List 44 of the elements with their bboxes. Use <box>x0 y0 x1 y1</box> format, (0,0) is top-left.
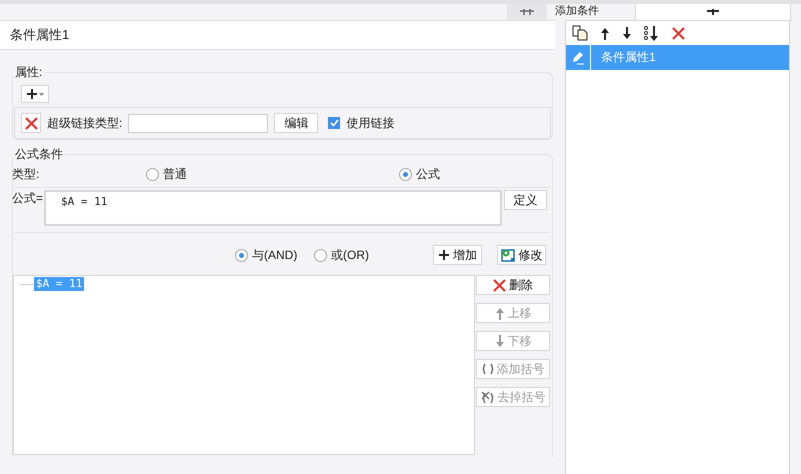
radio-label: 与(AND) <box>252 246 298 264</box>
move-up-icon[interactable] <box>600 26 610 40</box>
remove-brackets-icon <box>480 390 494 404</box>
add-icon[interactable] <box>707 9 719 15</box>
checkbox[interactable] <box>328 117 340 129</box>
gear-edit-icon <box>500 248 516 262</box>
edit-button[interactable]: 编辑 <box>274 113 318 133</box>
radio-label: 普通 <box>163 166 187 182</box>
radio-button[interactable] <box>235 248 248 262</box>
move-down-icon[interactable] <box>622 26 632 40</box>
pencil-icon <box>571 50 585 64</box>
copy-icon[interactable] <box>572 25 588 41</box>
delete-button[interactable]: 删除 <box>476 275 550 295</box>
plus-icon <box>26 88 38 100</box>
field-label: 超级链接类型: <box>47 114 122 132</box>
radio-label: 或(OR) <box>331 246 369 264</box>
radio-button[interactable] <box>146 168 159 180</box>
radio-label: 公式 <box>416 166 440 182</box>
section-legend: 公式条件 <box>13 146 65 163</box>
close-icon <box>493 278 506 292</box>
input-field[interactable] <box>128 114 268 132</box>
radio-button[interactable] <box>314 248 327 262</box>
brackets-icon <box>482 363 494 375</box>
tab-label[interactable]: 添加条件 <box>555 4 599 18</box>
delete-icon[interactable] <box>672 26 685 40</box>
grid-icon[interactable] <box>520 9 534 15</box>
arrow-up-icon <box>494 306 504 320</box>
formula-field[interactable]: $A = 11 <box>44 190 502 226</box>
field-label: 公式= <box>12 190 44 207</box>
section-legend: 属性: <box>13 64 44 81</box>
remove-button[interactable] <box>21 113 41 133</box>
add-property-button[interactable] <box>21 85 49 103</box>
radio-button[interactable] <box>399 168 412 180</box>
arrow-down-icon <box>494 334 504 348</box>
close-icon <box>24 116 38 130</box>
plus-icon <box>438 249 450 261</box>
caret-icon <box>39 92 44 96</box>
modify-button[interactable]: 修改 <box>497 245 546 265</box>
field-label: 类型: <box>12 166 40 182</box>
move-bottom-icon[interactable] <box>644 26 660 40</box>
add-button[interactable]: 增加 <box>433 245 482 265</box>
panel-title: 条件属性1 <box>0 20 555 50</box>
define-button[interactable]: 定义 <box>504 190 547 210</box>
checkbox-label: 使用链接 <box>346 114 394 132</box>
